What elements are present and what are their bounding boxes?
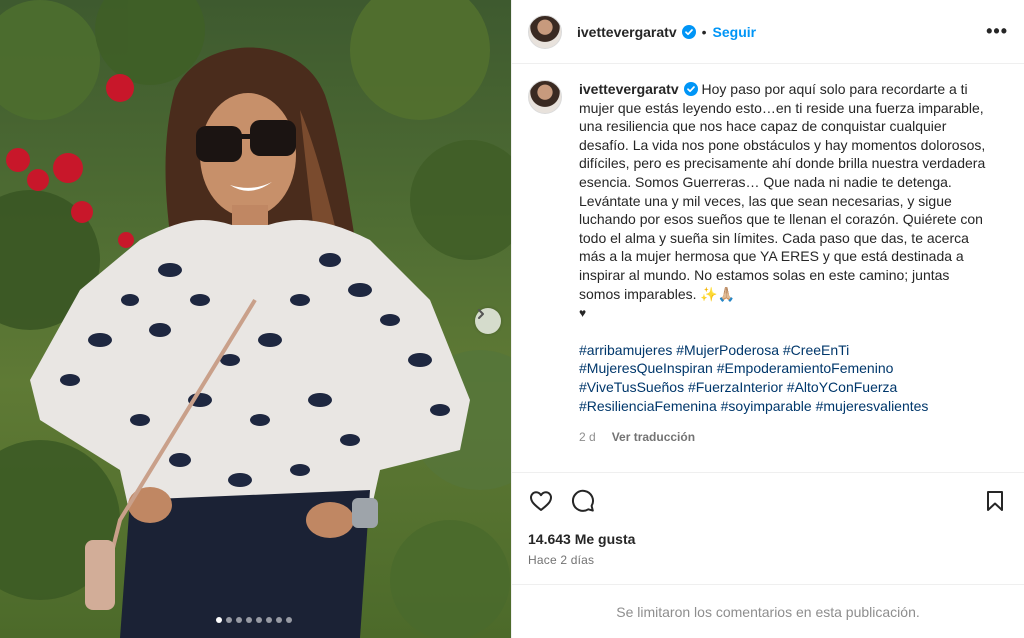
hashtag-list: #arribamujeres #MujerPoderosa #CreeEnTi … bbox=[579, 341, 994, 415]
bookmark-icon bbox=[987, 491, 1003, 511]
see-translation-button[interactable]: Ver traducción bbox=[612, 428, 695, 447]
carousel-dot bbox=[236, 617, 242, 623]
follow-button[interactable]: Seguir bbox=[713, 24, 757, 40]
hashtag-link[interactable]: #ViveTusSueños bbox=[579, 379, 684, 395]
author-avatar[interactable] bbox=[528, 14, 562, 49]
hashtag-link[interactable]: #arribamujeres bbox=[579, 342, 672, 358]
hashtag-link[interactable]: #FuerzaInterior bbox=[688, 379, 783, 395]
verified-badge-icon bbox=[683, 82, 698, 96]
hashtag-link[interactable]: #MujerPoderosa bbox=[676, 342, 779, 358]
hashtag-link[interactable]: #CreeEnTi bbox=[783, 342, 849, 358]
carousel-dot bbox=[276, 617, 282, 623]
save-button[interactable] bbox=[982, 488, 1008, 514]
hashtag-link[interactable]: #soyimparable bbox=[721, 398, 812, 414]
caption-meta: 2 d Ver traducción bbox=[579, 428, 994, 447]
more-options-icon[interactable]: ••• bbox=[986, 21, 1008, 42]
like-button[interactable] bbox=[528, 488, 554, 514]
post-details-panel: ivettevergaratv • Seguir ••• ivetteverga… bbox=[511, 0, 1024, 638]
hashtag-link[interactable]: #EmpoderamientoFemenino bbox=[717, 360, 894, 376]
hashtag-link[interactable]: #MujeresQueInspiran bbox=[579, 360, 713, 376]
separator-dot: • bbox=[701, 23, 707, 40]
caption-age: 2 d bbox=[579, 430, 596, 445]
next-photo-button[interactable] bbox=[475, 308, 501, 334]
caption-author-username[interactable]: ivettevergaratv bbox=[579, 81, 679, 97]
carousel-dot bbox=[226, 617, 232, 623]
caption-body: Hoy paso por aquí solo para recordarte a… bbox=[579, 81, 986, 302]
comments-limited-notice: Se limitaron los comentarios en esta pub… bbox=[512, 584, 1024, 638]
post-header: ivettevergaratv • Seguir ••• bbox=[512, 0, 1024, 64]
carousel-dot bbox=[286, 617, 292, 623]
caption-author-avatar[interactable] bbox=[528, 80, 562, 114]
carousel-dot bbox=[216, 617, 222, 623]
post-timestamp: Hace 2 días bbox=[528, 553, 595, 567]
verified-badge-icon bbox=[681, 24, 696, 39]
post-photo-illustration bbox=[0, 0, 511, 638]
carousel-dot bbox=[266, 617, 272, 623]
author-username[interactable]: ivettevergaratv bbox=[577, 24, 677, 40]
heart-emoji: ♥ bbox=[579, 306, 587, 321]
hashtag-link[interactable]: #ResilienciaFemenina bbox=[579, 398, 717, 414]
post-actions: 14.643 Me gusta Hace 2 días bbox=[512, 472, 1024, 582]
carousel-dot bbox=[256, 617, 262, 623]
hashtag-link[interactable]: #mujeresvalientes bbox=[816, 398, 929, 414]
hashtag-link[interactable]: #AltoYConFuerza bbox=[787, 379, 898, 395]
caption-text: ivettevergaratv Hoy paso por aquí solo p… bbox=[579, 80, 994, 447]
comment-icon bbox=[572, 489, 594, 512]
post-photo[interactable] bbox=[0, 0, 511, 638]
likes-count[interactable]: 14.643 Me gusta bbox=[528, 531, 1008, 547]
chevron-right-icon bbox=[478, 309, 484, 319]
carousel-dot bbox=[246, 617, 252, 623]
comment-button[interactable] bbox=[570, 488, 596, 514]
heart-icon bbox=[530, 491, 552, 511]
caption-section: ivettevergaratv Hoy paso por aquí solo p… bbox=[528, 80, 1008, 470]
carousel-indicator bbox=[216, 617, 292, 623]
